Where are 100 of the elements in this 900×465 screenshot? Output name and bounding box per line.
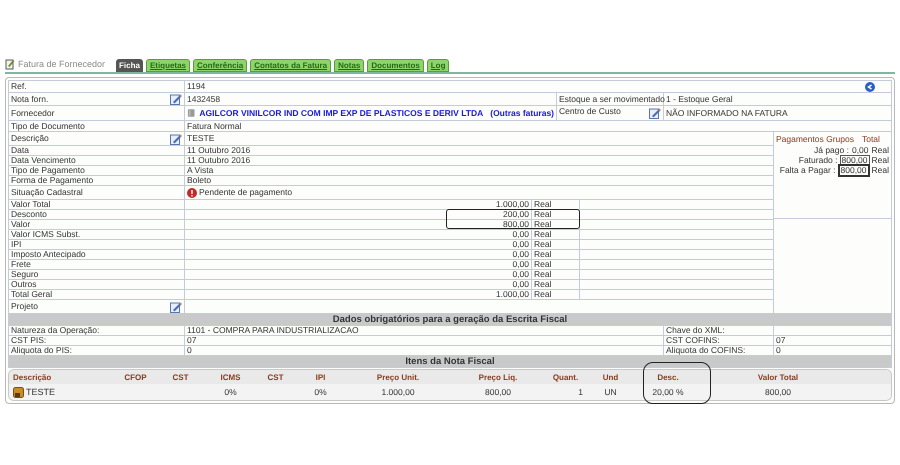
- field-label: Chave do XML:: [666, 326, 725, 335]
- field-value: 0: [187, 346, 192, 355]
- document-icon: [5, 59, 15, 70]
- currency-label: Real: [534, 210, 552, 219]
- currency-label: Real: [872, 156, 889, 165]
- field-value: 0: [776, 346, 781, 355]
- currency-label: Real: [534, 280, 552, 289]
- currency-label: Real: [872, 166, 889, 175]
- field-label: Outros: [11, 280, 37, 289]
- column-header: Descrição: [13, 372, 52, 382]
- field-value: 11 Outubro 2016: [187, 156, 250, 165]
- tab[interactable]: Documentos: [367, 59, 424, 72]
- table-cell: 0%: [224, 388, 237, 396]
- table-cell: 20,00 %: [652, 388, 684, 396]
- field-value: Boleto: [187, 176, 212, 185]
- tab[interactable]: Ficha: [116, 59, 143, 72]
- column-header: Und: [602, 372, 618, 382]
- amount-value: 0,00: [512, 260, 529, 269]
- column-header: IPI: [316, 372, 326, 382]
- section-header: Itens da Nota Fiscal: [9, 356, 892, 368]
- table-cell: UN: [604, 388, 617, 396]
- supplier-link[interactable]: AGILCOR VINILCOR IND COM IMP EXP DE PLASTICOS E DERIV LTDA: [199, 108, 484, 118]
- amount-value: 0,00: [512, 270, 529, 279]
- currency-label: Real: [534, 270, 552, 279]
- field-label: Desconto: [11, 210, 47, 219]
- field-value: 1194: [187, 82, 206, 91]
- payment-amount: 0,00: [850, 146, 870, 155]
- currency-label: Real: [872, 146, 889, 155]
- column-header: CST: [172, 372, 188, 382]
- tab[interactable]: Log: [426, 59, 450, 72]
- currency-label: Real: [534, 230, 552, 239]
- column-header: CST: [268, 372, 284, 382]
- field-label: Tipo de Documento: [11, 122, 85, 130]
- table-cell: 1.000,00: [381, 388, 415, 396]
- field-value: 07: [776, 336, 786, 345]
- field-label: Projeto: [11, 302, 38, 311]
- total-heading: Total: [862, 135, 880, 144]
- other-invoices-link[interactable]: (Outras faturas): [490, 108, 554, 118]
- column-header: Preço Liq.: [478, 372, 518, 382]
- back-icon[interactable]: [865, 82, 875, 92]
- edit-icon[interactable]: [170, 300, 182, 312]
- currency-label: Real: [534, 240, 552, 249]
- field-value: TESTE: [187, 134, 214, 143]
- field-label: Forma de Pagamento: [11, 176, 94, 185]
- item-icon: [13, 386, 24, 398]
- tab[interactable]: Conferência: [192, 59, 248, 72]
- column-header: CFOP: [124, 372, 147, 382]
- amount-value: 800,00: [503, 220, 529, 229]
- field-label: Total Geral: [11, 290, 52, 299]
- table-cell: TESTE: [26, 388, 56, 396]
- field-value: 1432458: [187, 94, 220, 104]
- field-label: Aliquota do PIS:: [11, 346, 72, 355]
- field-label: Data: [11, 146, 29, 155]
- field-label: Ref.: [11, 82, 27, 91]
- column-header: Quant.: [552, 372, 578, 382]
- field-label: Data Vencimento: [11, 156, 76, 165]
- field-label: Valor: [11, 220, 30, 229]
- field-label: Situação Cadastral: [11, 188, 83, 197]
- tab[interactable]: Notas: [334, 59, 364, 72]
- field-label: CST PIS:: [11, 336, 46, 345]
- payment-label: Já pago :: [814, 146, 849, 155]
- field-label: Valor Total: [11, 200, 50, 209]
- field-value: NÃO INFORMADO NA FATURA: [666, 108, 788, 118]
- amount-value: 200,00: [503, 210, 529, 219]
- currency-label: Real: [534, 290, 552, 299]
- tab[interactable]: Etiquetas: [146, 59, 190, 72]
- currency-label: Real: [534, 250, 552, 259]
- field-label: Nota forn.: [11, 94, 48, 104]
- field-label: Fornecedor: [11, 108, 54, 118]
- field-value: Fatura Normal: [187, 122, 242, 130]
- currency-label: Real: [534, 200, 552, 209]
- field-label: Descrição: [11, 134, 49, 143]
- edit-icon[interactable]: [170, 93, 182, 105]
- payment-amount: 800,00: [838, 164, 870, 177]
- payments-heading: Pagamentos Grupos: [776, 135, 854, 144]
- field-value: Pendente de pagamento: [199, 188, 292, 197]
- table-cell: 0%: [314, 388, 327, 396]
- stack-icon: [187, 108, 196, 118]
- field-value: A Vista: [187, 166, 214, 175]
- field-value: 1101 - COMPRA PARA INDUSTRIALIZACAO: [187, 326, 359, 335]
- column-header: ICMS: [220, 372, 240, 382]
- table-cell: 800,00: [485, 388, 511, 396]
- field-label: Estoque a ser movimentado: [559, 94, 665, 104]
- field-label: Natureza da Operação:: [11, 326, 100, 335]
- field-value: 07: [187, 336, 196, 345]
- edit-icon[interactable]: [170, 132, 182, 144]
- field-label: Centro de Custo: [559, 107, 621, 116]
- field-label: Frete: [11, 260, 31, 269]
- edit-icon[interactable]: [649, 107, 661, 119]
- currency-label: Real: [534, 260, 552, 269]
- currency-label: Real: [534, 220, 552, 229]
- alert-icon: [187, 188, 197, 198]
- section-header: Dados obrigatórios para a geração da Escrita Fiscal: [9, 314, 892, 326]
- field-value: 1 - Estoque Geral: [666, 94, 733, 104]
- field-label: Valor ICMS Subst.: [11, 230, 80, 239]
- tab[interactable]: Contatos da Fatura: [250, 59, 332, 72]
- field-label: CST COFINS:: [666, 336, 720, 345]
- amount-value: 0,00: [512, 250, 529, 259]
- table-cell: 800,00: [765, 388, 791, 396]
- payment-label: Faturado :: [798, 156, 838, 165]
